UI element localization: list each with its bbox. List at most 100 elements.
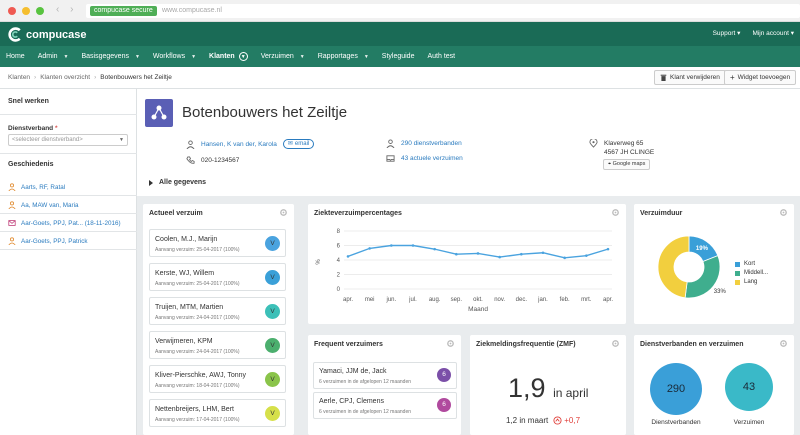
legend-swatch (735, 261, 740, 267)
dienstverbanden-link[interactable]: 290 dienstverbanden (401, 140, 462, 147)
data-point[interactable] (476, 252, 480, 255)
all-data-toggle[interactable]: Alle gegevens (149, 179, 206, 186)
history-title: Geschiedenis (8, 161, 54, 168)
menu-item-admin[interactable]: Admin ▼ (38, 53, 69, 60)
menu-item-workflows[interactable]: Workflows ▼ (153, 53, 196, 60)
person-icon (186, 139, 195, 149)
verzuimduur-panel: Verzuimduur 19% 33% Kort Middell... Lang (634, 204, 794, 324)
verzuimen-row: 43 actuele verzuimen (386, 154, 463, 163)
close-window-dot[interactable] (8, 7, 16, 15)
data-point[interactable] (606, 247, 610, 251)
chevron-down-icon: ▼ (119, 137, 124, 143)
y-axis-label: % (316, 259, 322, 265)
history-item[interactable]: Aarts, RF, Ratal (8, 183, 65, 191)
data-point[interactable] (433, 247, 436, 251)
menu-item-basisgegevens[interactable]: Basisgegevens ▼ (81, 53, 139, 60)
history-item-label: Aa, MAW van, Maria (21, 201, 79, 209)
menu-item-home[interactable]: Home (6, 53, 25, 60)
x-tick-label: apr. (343, 297, 353, 303)
verzuim-badge: V (265, 338, 280, 353)
zmf-value-row: 1,9 in april (508, 373, 588, 404)
verzuim-badge: V (265, 406, 280, 421)
menu-item-klanten[interactable]: Klanten ▼ (209, 52, 248, 61)
data-point[interactable] (455, 252, 458, 256)
slice-label: 19% (696, 246, 709, 252)
slice-label: 33% (714, 289, 727, 295)
minimize-window-dot[interactable] (22, 7, 30, 15)
donut-slice[interactable] (657, 235, 690, 299)
history-item-label: Aar-Goets, PPJ, Patrick (21, 237, 88, 245)
divider (0, 153, 137, 154)
breadcrumb-klanten[interactable]: Klanten (8, 74, 30, 81)
chevron-down-icon: ▼ (191, 53, 197, 60)
add-widget-label: Widget toevoegen (737, 74, 791, 81)
verzuimen-circle[interactable]: 43 (725, 363, 773, 411)
menu-item-verzuimen[interactable]: Verzuimen ▼ (261, 53, 305, 60)
legend-item[interactable]: Lang (735, 279, 757, 285)
verzuim-row[interactable]: Kerste, WJ, Willem Aanvang verzuim: 25-04… (149, 263, 286, 291)
menu-item-label: Klanten (209, 53, 235, 60)
gear-icon[interactable] (446, 339, 455, 348)
x-tick-label: apr. (603, 297, 613, 303)
inbox-icon (386, 155, 395, 162)
verzuim-row[interactable]: Coolen, M.J., Marijn Aanvang verzuim: 25-… (149, 229, 286, 257)
frequent-row[interactable]: Aerle, CPJ, Clemens 6 verzuimen in de afg… (313, 392, 457, 419)
data-point[interactable] (563, 256, 566, 260)
frequent-row[interactable]: Yamaci, JJM de, Jack 6 verzuimen in de af… (313, 362, 457, 389)
legend-item[interactable]: Kort (735, 261, 755, 267)
gear-icon[interactable] (279, 208, 288, 217)
dienstverband-select[interactable]: <selecteer dienstverband> ▼ (8, 134, 128, 146)
x-axis-label: Maand (468, 306, 488, 313)
data-point[interactable] (585, 254, 588, 257)
support-menu[interactable]: Support ▾ (713, 29, 741, 37)
zmf-previous: 1,2 in maart (506, 416, 549, 425)
account-menu[interactable]: Mijn account ▾ (752, 29, 794, 37)
address-bar[interactable]: compucase secure www.compucase.nl (86, 4, 800, 18)
add-widget-button[interactable]: + Widget toevoegen (724, 70, 797, 85)
verzuimen-link[interactable]: 43 actuele verzuimen (401, 155, 463, 162)
back-forward-icon[interactable]: ‹ › (56, 4, 77, 15)
contact-person-link[interactable]: Hansen, K van der, Karola (201, 141, 277, 148)
chevron-down-icon: ▼ (363, 53, 369, 60)
phone-row: 020-1234567 (186, 156, 239, 165)
data-point[interactable] (541, 251, 545, 255)
breadcrumb-overzicht[interactable]: Klanten overzicht (40, 74, 90, 81)
gear-icon[interactable] (779, 339, 788, 348)
verzuim-row[interactable]: Kliver-Pierschke, AWJ, Tonny Aanvang verz… (149, 365, 286, 393)
menu-item-auth-test[interactable]: Auth test (427, 53, 455, 60)
frequent-badge: 6 (437, 368, 451, 382)
data-point[interactable] (390, 244, 393, 247)
email-button[interactable]: ✉ email (282, 139, 315, 149)
data-point[interactable] (520, 252, 523, 256)
dienstverbanden-label: Dienstverbanden (651, 419, 701, 426)
verzuim-row[interactable]: Verwijmeren, KPM Aanvang verzuim: 24-04-2… (149, 331, 286, 359)
menu-item-styleguide[interactable]: Styleguide (382, 53, 415, 60)
history-item[interactable]: Aar-Goets, PPJ, Pat... (18-11-2016) (8, 219, 121, 227)
dienstverbanden-verzuimen-panel: Dienstverbanden en verzuimen 290 Dienstv… (634, 335, 794, 435)
gear-icon[interactable] (611, 339, 620, 348)
delete-client-button[interactable]: Klant verwijderen (654, 70, 726, 85)
legend-item[interactable]: Middell... (735, 270, 768, 276)
menu-item-rapportages[interactable]: Rapportages ▼ (318, 53, 369, 60)
google-maps-button[interactable]: ⌖ Google maps (603, 159, 651, 170)
verzuim-row[interactable]: Nettenbreijers, LHM, Bert Aanvang verzuim… (149, 399, 286, 427)
legend-label: Middell... (744, 270, 769, 276)
data-point[interactable] (368, 247, 371, 250)
history-item[interactable]: Aa, MAW van, Maria (8, 201, 79, 209)
logo[interactable]: compucase (7, 26, 87, 43)
data-point[interactable] (411, 244, 415, 247)
zmf-period: in april (553, 386, 589, 400)
main-menu: Home Admin ▼ Basisgegevens ▼ Workflows ▼ Klante… (0, 46, 800, 67)
history-item[interactable]: Aar-Goets, PPJ, Patrick (8, 237, 88, 245)
breadcrumb-bar: Klanten › Klanten overzicht › Botenbouwe… (0, 67, 800, 89)
dienstverbanden-circle[interactable]: 290 (650, 363, 702, 415)
divider (0, 213, 137, 214)
x-tick-label: mei (365, 297, 375, 303)
maximize-window-dot[interactable] (36, 7, 44, 15)
data-point[interactable] (498, 255, 501, 259)
data-point[interactable] (346, 255, 350, 258)
x-tick-label: mrt. (581, 297, 592, 303)
verzuim-row[interactable]: Truijen, MTM, Martien Aanvang verzuim: 24… (149, 297, 286, 325)
verzuim-start: Aanvang verzuim: 24-04-2017 (100%) (155, 315, 240, 321)
chevron-down-circle-icon: ▼ (238, 52, 248, 61)
